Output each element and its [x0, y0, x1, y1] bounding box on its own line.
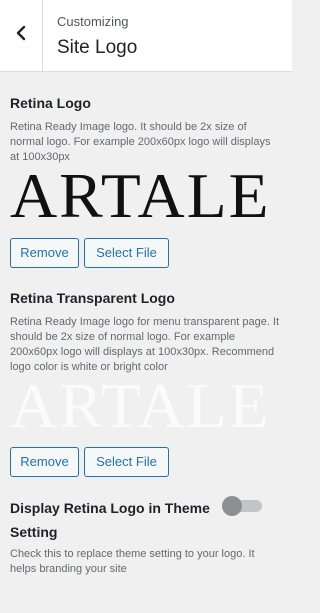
retina-logo-remove-button[interactable]: Remove [10, 238, 79, 268]
retina-logo-preview: ARTALE [10, 166, 271, 226]
chevron-left-icon [15, 25, 27, 46]
retina-logo-select-file-button[interactable]: Select File [84, 238, 169, 268]
retina-logo-description: Retina Ready Image logo. It should be 2x… [10, 121, 271, 163]
retina-logo-title: Retina Logo [10, 95, 91, 111]
display-retina-logo-toggle[interactable] [222, 496, 262, 516]
customizer-header: Customizing Site Logo [0, 0, 292, 72]
retina-transparent-logo-title: Retina Transparent Logo [10, 290, 175, 306]
display-retina-logo-description: Check this to replace theme setting to y… [10, 548, 255, 575]
page-title: Site Logo [57, 37, 138, 58]
display-retina-logo-label: Display Retina Logo in Theme Setting [10, 500, 210, 540]
retina-transparent-logo-description: Retina Ready Image logo for menu transpa… [10, 316, 280, 373]
retina-transparent-logo-remove-button[interactable]: Remove [10, 447, 79, 477]
back-button[interactable] [0, 0, 43, 71]
breadcrumb: Customizing [57, 14, 129, 29]
retina-transparent-logo-preview: ARTALE [10, 376, 271, 436]
toggle-knob [222, 496, 242, 516]
retina-transparent-logo-select-file-button[interactable]: Select File [84, 447, 169, 477]
